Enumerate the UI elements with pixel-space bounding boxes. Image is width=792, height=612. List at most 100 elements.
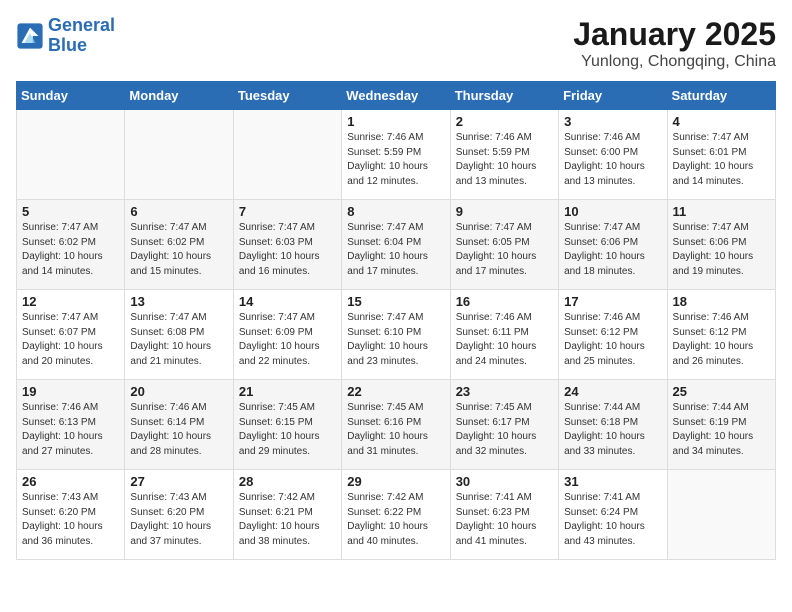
day-number: 17 — [564, 294, 661, 309]
title-area: January 2025 Yunlong, Chongqing, China — [573, 16, 776, 71]
weekday-header-saturday: Saturday — [667, 82, 775, 110]
calendar-cell: 28 Sunrise: 7:42 AM Sunset: 6:21 PM Dayli… — [233, 470, 341, 560]
page-header: General Blue January 2025 Yunlong, Chong… — [16, 16, 776, 71]
weekday-header-thursday: Thursday — [450, 82, 558, 110]
weekday-header-friday: Friday — [559, 82, 667, 110]
day-number: 27 — [130, 474, 227, 489]
day-info: Sunrise: 7:44 AM Sunset: 6:18 PM Dayligh… — [564, 401, 661, 459]
day-info: Sunrise: 7:47 AM Sunset: 6:03 PM Dayligh… — [239, 221, 336, 279]
day-number: 11 — [673, 204, 770, 219]
day-info: Sunrise: 7:47 AM Sunset: 6:01 PM Dayligh… — [673, 131, 770, 189]
day-info: Sunrise: 7:41 AM Sunset: 6:23 PM Dayligh… — [456, 491, 553, 549]
calendar-cell: 6 Sunrise: 7:47 AM Sunset: 6:02 PM Daylig… — [125, 200, 233, 290]
calendar-cell: 15 Sunrise: 7:47 AM Sunset: 6:10 PM Dayli… — [342, 290, 450, 380]
calendar-cell: 27 Sunrise: 7:43 AM Sunset: 6:20 PM Dayli… — [125, 470, 233, 560]
day-info: Sunrise: 7:46 AM Sunset: 6:11 PM Dayligh… — [456, 311, 553, 369]
calendar-week-1: 1Sunrise: 7:46 AM Sunset: 5:59 PM Daylig… — [17, 110, 776, 200]
day-number: 24 — [564, 384, 661, 399]
calendar-cell: 21 Sunrise: 7:45 AM Sunset: 6:15 PM Dayli… — [233, 380, 341, 470]
day-info: Sunrise: 7:47 AM Sunset: 6:02 PM Dayligh… — [130, 221, 227, 279]
day-number: 31 — [564, 474, 661, 489]
day-number: 30 — [456, 474, 553, 489]
weekday-header-row: SundayMondayTuesdayWednesdayThursdayFrid… — [17, 82, 776, 110]
day-number: 15 — [347, 294, 444, 309]
logo-text: General Blue — [48, 16, 115, 56]
day-info: Sunrise: 7:46 AM Sunset: 6:14 PM Dayligh… — [130, 401, 227, 459]
day-info: Sunrise: 7:46 AM Sunset: 6:13 PM Dayligh… — [22, 401, 119, 459]
calendar-cell — [233, 110, 341, 200]
calendar-body: 1Sunrise: 7:46 AM Sunset: 5:59 PM Daylig… — [17, 110, 776, 560]
day-number: 19 — [22, 384, 119, 399]
day-number: 3 — [564, 114, 661, 129]
calendar-cell: 19 Sunrise: 7:46 AM Sunset: 6:13 PM Dayli… — [17, 380, 125, 470]
calendar-cell: 31Sunrise: 7:41 AM Sunset: 6:24 PM Dayli… — [559, 470, 667, 560]
calendar-cell: 26Sunrise: 7:43 AM Sunset: 6:20 PM Dayli… — [17, 470, 125, 560]
weekday-header-monday: Monday — [125, 82, 233, 110]
calendar-cell: 10 Sunrise: 7:47 AM Sunset: 6:06 PM Dayli… — [559, 200, 667, 290]
day-number: 10 — [564, 204, 661, 219]
day-number: 22 — [347, 384, 444, 399]
calendar-cell — [17, 110, 125, 200]
calendar-cell: 7 Sunrise: 7:47 AM Sunset: 6:03 PM Daylig… — [233, 200, 341, 290]
calendar-week-2: 5 Sunrise: 7:47 AM Sunset: 6:02 PM Daylig… — [17, 200, 776, 290]
calendar-cell: 29Sunrise: 7:42 AM Sunset: 6:22 PM Dayli… — [342, 470, 450, 560]
day-number: 16 — [456, 294, 553, 309]
day-info: Sunrise: 7:47 AM Sunset: 6:05 PM Dayligh… — [456, 221, 553, 279]
day-number: 7 — [239, 204, 336, 219]
day-number: 26 — [22, 474, 119, 489]
day-info: Sunrise: 7:45 AM Sunset: 6:15 PM Dayligh… — [239, 401, 336, 459]
day-number: 21 — [239, 384, 336, 399]
day-info: Sunrise: 7:42 AM Sunset: 6:22 PM Dayligh… — [347, 491, 444, 549]
day-number: 12 — [22, 294, 119, 309]
day-number: 5 — [22, 204, 119, 219]
day-info: Sunrise: 7:47 AM Sunset: 6:04 PM Dayligh… — [347, 221, 444, 279]
calendar-cell: 14 Sunrise: 7:47 AM Sunset: 6:09 PM Dayli… — [233, 290, 341, 380]
calendar-cell: 24 Sunrise: 7:44 AM Sunset: 6:18 PM Dayli… — [559, 380, 667, 470]
calendar-cell: 2 Sunrise: 7:46 AM Sunset: 5:59 PM Daylig… — [450, 110, 558, 200]
calendar-cell: 18 Sunrise: 7:46 AM Sunset: 6:12 PM Dayli… — [667, 290, 775, 380]
day-info: Sunrise: 7:46 AM Sunset: 5:59 PM Dayligh… — [347, 131, 444, 189]
calendar-cell: 9Sunrise: 7:47 AM Sunset: 6:05 PM Daylig… — [450, 200, 558, 290]
calendar-cell: 25Sunrise: 7:44 AM Sunset: 6:19 PM Dayli… — [667, 380, 775, 470]
day-info: Sunrise: 7:46 AM Sunset: 6:12 PM Dayligh… — [673, 311, 770, 369]
month-title: January 2025 — [573, 16, 776, 53]
day-number: 14 — [239, 294, 336, 309]
day-number: 6 — [130, 204, 227, 219]
calendar-cell: 30 Sunrise: 7:41 AM Sunset: 6:23 PM Dayli… — [450, 470, 558, 560]
calendar-week-4: 19 Sunrise: 7:46 AM Sunset: 6:13 PM Dayli… — [17, 380, 776, 470]
calendar-week-5: 26 Sunrise: 7:43 AM Sunset: 6:20 PM Dayli… — [17, 470, 776, 560]
day-info: Sunrise: 7:46 AM Sunset: 6:12 PM Dayligh… — [564, 311, 661, 369]
calendar-cell: 11Sunrise: 7:47 AM Sunset: 6:06 PM Dayli… — [667, 200, 775, 290]
calendar-table: SundayMondayTuesdayWednesdayThursdayFrid… — [16, 81, 776, 560]
logo: General Blue — [16, 16, 115, 56]
day-number: 8 — [347, 204, 444, 219]
calendar-cell — [125, 110, 233, 200]
day-info: Sunrise: 7:47 AM Sunset: 6:09 PM Dayligh… — [239, 311, 336, 369]
calendar-cell: 8 Sunrise: 7:47 AM Sunset: 6:04 PM Daylig… — [342, 200, 450, 290]
day-number: 18 — [673, 294, 770, 309]
day-info: Sunrise: 7:47 AM Sunset: 6:06 PM Dayligh… — [564, 221, 661, 279]
calendar-cell: 20Sunrise: 7:46 AM Sunset: 6:14 PM Dayli… — [125, 380, 233, 470]
day-info: Sunrise: 7:44 AM Sunset: 6:19 PM Dayligh… — [673, 401, 770, 459]
day-number: 28 — [239, 474, 336, 489]
day-info: Sunrise: 7:45 AM Sunset: 6:17 PM Dayligh… — [456, 401, 553, 459]
day-info: Sunrise: 7:42 AM Sunset: 6:21 PM Dayligh… — [239, 491, 336, 549]
day-number: 23 — [456, 384, 553, 399]
day-number: 2 — [456, 114, 553, 129]
weekday-header-tuesday: Tuesday — [233, 82, 341, 110]
calendar-cell: 12Sunrise: 7:47 AM Sunset: 6:07 PM Dayli… — [17, 290, 125, 380]
day-info: Sunrise: 7:47 AM Sunset: 6:08 PM Dayligh… — [130, 311, 227, 369]
day-info: Sunrise: 7:47 AM Sunset: 6:10 PM Dayligh… — [347, 311, 444, 369]
day-number: 13 — [130, 294, 227, 309]
logo-icon — [16, 22, 44, 50]
day-info: Sunrise: 7:46 AM Sunset: 6:00 PM Dayligh… — [564, 131, 661, 189]
day-info: Sunrise: 7:46 AM Sunset: 5:59 PM Dayligh… — [456, 131, 553, 189]
calendar-cell: 17 Sunrise: 7:46 AM Sunset: 6:12 PM Dayli… — [559, 290, 667, 380]
calendar-cell: 13 Sunrise: 7:47 AM Sunset: 6:08 PM Dayli… — [125, 290, 233, 380]
day-info: Sunrise: 7:43 AM Sunset: 6:20 PM Dayligh… — [130, 491, 227, 549]
calendar-cell: 3 Sunrise: 7:46 AM Sunset: 6:00 PM Daylig… — [559, 110, 667, 200]
day-info: Sunrise: 7:47 AM Sunset: 6:02 PM Dayligh… — [22, 221, 119, 279]
calendar-cell: 23 Sunrise: 7:45 AM Sunset: 6:17 PM Dayli… — [450, 380, 558, 470]
calendar-cell: 22Sunrise: 7:45 AM Sunset: 6:16 PM Dayli… — [342, 380, 450, 470]
location: Yunlong, Chongqing, China — [573, 53, 776, 71]
